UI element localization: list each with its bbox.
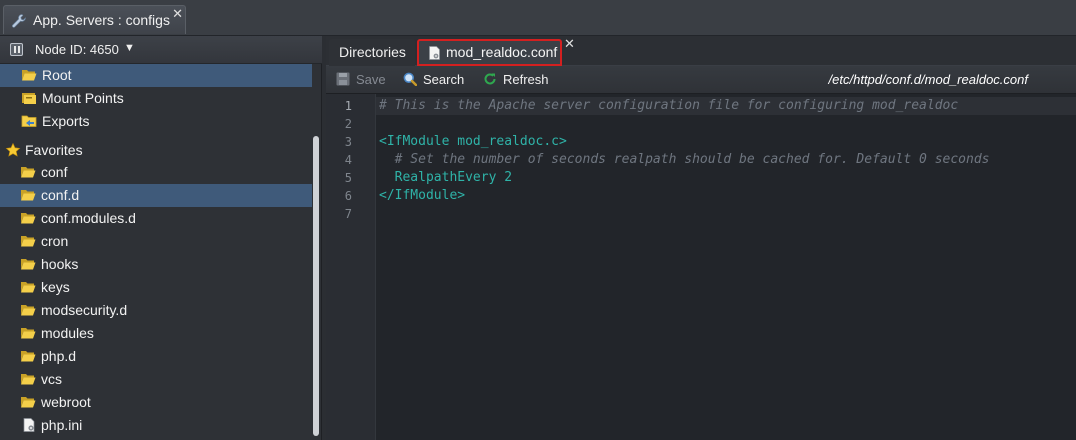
- code-line: RealpathEvery 2: [379, 170, 513, 185]
- tab-close-icon[interactable]: ✕: [564, 37, 575, 51]
- tree-item-conf[interactable]: conf: [0, 161, 312, 184]
- tree-item-favorites[interactable]: Favorites: [0, 139, 312, 162]
- tree-item-mount-points[interactable]: Mount Points: [0, 87, 312, 110]
- folder-icon: [21, 328, 36, 339]
- save-button[interactable]: Save: [336, 71, 392, 89]
- tree-item-label: conf: [41, 164, 68, 180]
- tree-item-label: Exports: [42, 113, 90, 129]
- folder-icon: [21, 259, 36, 270]
- refresh-icon: [484, 73, 496, 85]
- folder-icon: [21, 282, 36, 293]
- tree-scrollbar[interactable]: [313, 136, 319, 436]
- directory-tree: Root Mount Points Exports Favorites conf…: [0, 64, 312, 440]
- tree-item-php-ini[interactable]: php.ini: [0, 414, 312, 437]
- floppy-disk-icon: [336, 72, 350, 86]
- file-gear-icon: [23, 418, 35, 432]
- tree-item-webroot[interactable]: webroot: [0, 391, 312, 414]
- chevron-down-icon[interactable]: ▼: [124, 42, 135, 54]
- tree-item-label: Favorites: [25, 142, 83, 158]
- tree-item-modsecurity-d[interactable]: modsecurity.d: [0, 299, 312, 322]
- folder-open-icon: [22, 70, 37, 81]
- folder-icon: [21, 397, 36, 408]
- search-label: Search: [423, 72, 465, 87]
- folder-stack-icon: [22, 93, 36, 104]
- tree-item-exports[interactable]: Exports: [0, 110, 312, 133]
- line-number-gutter: 1 2 3 4 5 6 7: [326, 94, 376, 440]
- folder-icon: [21, 351, 36, 362]
- tab-directories[interactable]: Directories: [329, 39, 415, 66]
- tree-item-label: modsecurity.d: [41, 302, 128, 318]
- node-label: Node ID: 4650: [35, 42, 119, 57]
- line-number: 6: [344, 189, 352, 203]
- window-tab-title: App. Servers : configs: [33, 12, 170, 28]
- file-path: /etc/httpd/conf.d/mod_realdoc.conf: [828, 72, 1028, 87]
- tree-item-cron[interactable]: cron: [0, 230, 312, 253]
- tree-item-conf-d[interactable]: conf.d: [0, 184, 312, 207]
- tree-item-root[interactable]: Root: [0, 64, 312, 87]
- node-selector[interactable]: Node ID: 4650 ▼: [0, 36, 322, 64]
- folder-icon: [21, 190, 36, 201]
- tree-item-conf-modules-d[interactable]: conf.modules.d: [0, 207, 312, 230]
- line-number: 3: [344, 135, 352, 149]
- file-gear-icon: [429, 46, 440, 60]
- line-number: 7: [344, 207, 352, 221]
- code-line: # Set the number of seconds realpath sho…: [379, 152, 990, 167]
- tree-item-label: php.ini: [41, 417, 83, 433]
- window-tab-bar: App. Servers : configs ✕: [0, 0, 1076, 36]
- tab-mod-realdoc-conf[interactable]: mod_realdoc.conf: [417, 39, 562, 66]
- line-number: 5: [344, 171, 352, 185]
- tree-item-label: hooks: [41, 256, 79, 272]
- star-icon: [5, 143, 21, 157]
- tree-item-label: keys: [41, 279, 70, 295]
- tree-item-label: Root: [42, 67, 72, 83]
- line-number: 1: [344, 99, 352, 113]
- tree-item-label: conf.d: [41, 187, 80, 203]
- refresh-button[interactable]: Refresh: [483, 71, 555, 89]
- line-number: 2: [344, 117, 352, 131]
- folder-icon: [21, 213, 36, 224]
- tree-item-label: modules: [41, 325, 94, 341]
- folder-icon: [21, 305, 36, 316]
- search-button[interactable]: Search: [403, 71, 473, 89]
- window-tab-close-icon[interactable]: ✕: [172, 7, 183, 21]
- tree-item-modules[interactable]: modules: [0, 322, 312, 345]
- tree-item-label: php.d: [41, 348, 77, 364]
- tree-item-label: vcs: [41, 371, 62, 387]
- tree-item-label: webroot: [41, 394, 91, 410]
- code-line: <IfModule mod_realdoc.c>: [379, 134, 567, 149]
- tree-item-keys[interactable]: keys: [0, 276, 312, 299]
- tree-item-vcs[interactable]: vcs: [0, 368, 312, 391]
- folder-icon: [21, 236, 36, 247]
- folder-export-icon: [21, 115, 37, 127]
- editor-panel: Directories mod_realdoc.conf ✕ Save Sear…: [326, 36, 1076, 440]
- search-icon: [403, 72, 417, 86]
- tree-item-label: cron: [41, 233, 69, 249]
- tab-directories-label: Directories: [339, 44, 406, 60]
- tree-item-label: Mount Points: [42, 90, 124, 106]
- tree-item-hooks[interactable]: hooks: [0, 253, 312, 276]
- file-tree-panel: Node ID: 4650 ▼ Root Mount Points Export…: [0, 36, 322, 440]
- window-tab[interactable]: App. Servers : configs ✕: [3, 5, 186, 34]
- refresh-label: Refresh: [503, 72, 549, 87]
- editor-toolbar: Save Search Refresh /etc/httpd/conf.d/mo…: [326, 66, 1076, 94]
- tree-item-php-d[interactable]: php.d: [0, 345, 312, 368]
- code-editor[interactable]: 1 2 3 4 5 6 7 # This is the Apache serve…: [326, 94, 1076, 440]
- code-line: # This is the Apache server configuratio…: [379, 98, 959, 113]
- document-tab-bar: Directories mod_realdoc.conf ✕: [326, 36, 1076, 66]
- node-icon: [10, 43, 23, 56]
- tree-item-label: conf.modules.d: [41, 210, 136, 226]
- code-line: </IfModule>: [379, 188, 466, 203]
- save-label: Save: [356, 72, 386, 87]
- wrench-icon: [12, 14, 26, 28]
- tab-file-label: mod_realdoc.conf: [446, 44, 558, 60]
- folder-icon: [21, 374, 36, 385]
- folder-icon: [21, 167, 36, 178]
- line-number: 4: [344, 153, 352, 167]
